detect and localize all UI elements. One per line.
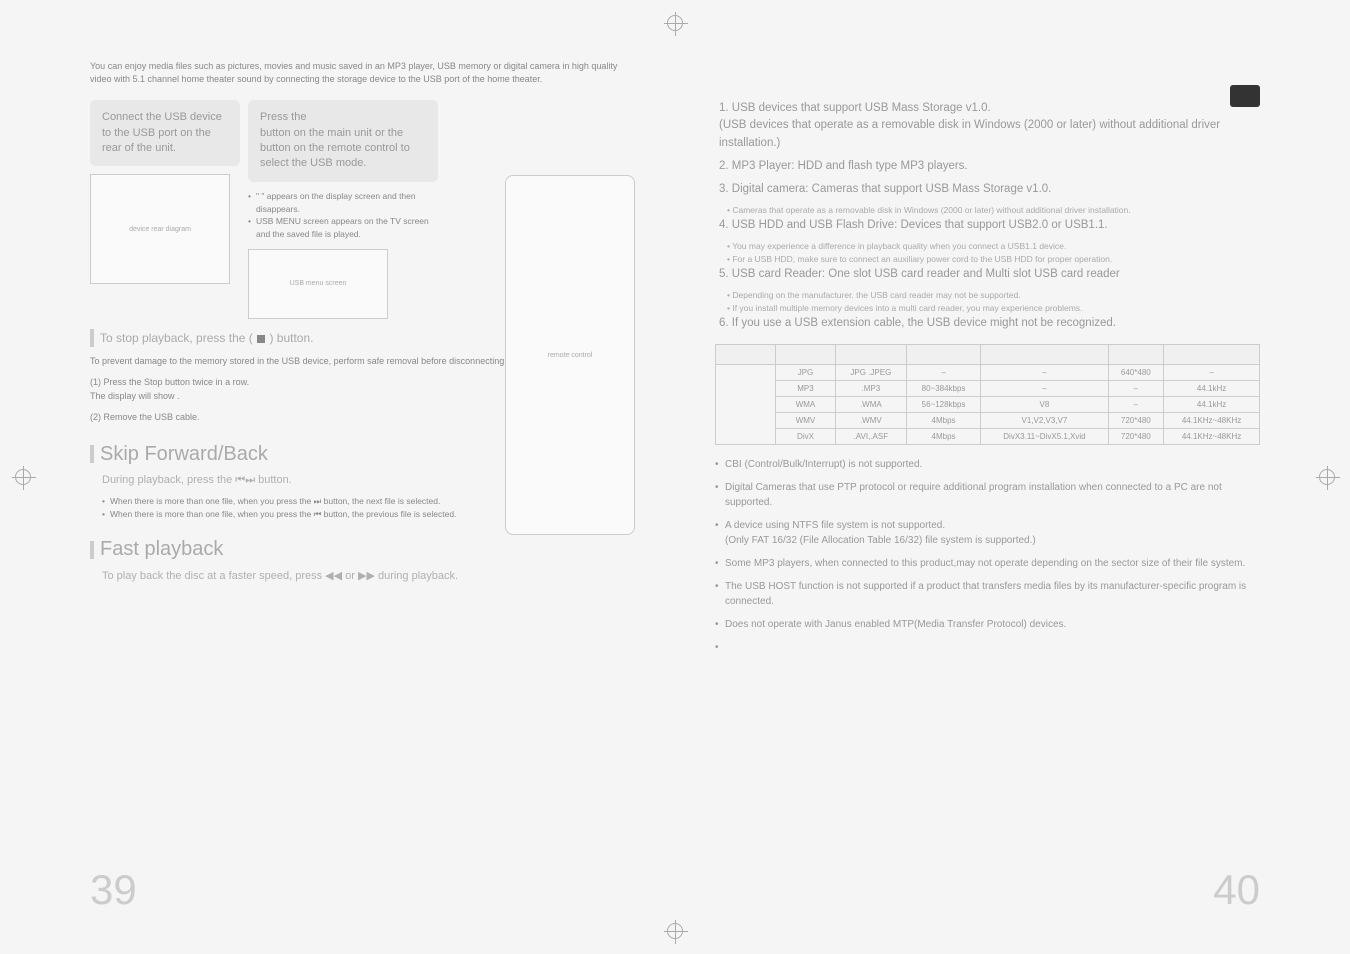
step2-line1: Press the	[260, 111, 306, 123]
step2-bullets: " " appears on the display screen and th…	[248, 190, 438, 241]
compat-3-sub: • Cameras that operate as a removable di…	[715, 204, 1260, 217]
stop-playback-line: To stop playback, press the ( ) button.	[100, 331, 313, 345]
section-tab	[1230, 85, 1260, 107]
compat-4-sub1: • You may experience a difference in pla…	[715, 240, 1260, 253]
step2-bullet-1: USB MENU screen appears on the TV screen…	[248, 215, 438, 241]
step2-bullet-0: " " appears on the display screen and th…	[248, 190, 438, 216]
step1-box: Connect the USB device to the USB port o…	[90, 100, 240, 166]
page-right: 1. USB devices that support USB Mass Sto…	[675, 0, 1350, 954]
cell-cat	[716, 364, 776, 444]
note-4: The USB HOST function is not supported i…	[715, 579, 1260, 609]
notes-list: CBI (Control/Bulk/Interrupt) is not supp…	[715, 457, 1260, 632]
compat-2: 2. MP3 Player: HDD and flash type MP3 pl…	[715, 158, 1260, 175]
page-number-left: 39	[90, 866, 137, 914]
compat-5-sub1: • Depending on the manufacturer. the USB…	[715, 289, 1260, 302]
remote-diagram: remote control	[505, 175, 635, 535]
table-row: MP3 .MP3 80~384kbps – – 44.1kHz	[716, 380, 1260, 396]
note-2: A device using NTFS file system is not s…	[715, 518, 1260, 548]
table-row: WMA .WMA 56~128kbps V8 – 44.1kHz	[716, 396, 1260, 412]
step2-line2: button on the main unit or the button on…	[260, 127, 410, 170]
spec-table: JPG JPG .JPEG – – 640*480 – MP3 .MP3 80~…	[715, 344, 1260, 445]
compat-6: 6. If you use a USB extension cable, the…	[715, 315, 1260, 332]
skip-bullets: When there is more than one file, when y…	[102, 495, 635, 521]
stop-text-b: ) button.	[269, 331, 313, 345]
fast-title: Fast playback	[100, 538, 223, 561]
page-number-right: 40	[1213, 866, 1260, 914]
compat-4: 4. USB HDD and USB Flash Drive: Devices …	[715, 217, 1260, 234]
compat-4-sub2: • For a USB HDD, make sure to connect an…	[715, 253, 1260, 266]
note-0: CBI (Control/Bulk/Interrupt) is not supp…	[715, 457, 1260, 472]
skip-bullet-0: When there is more than one file, when y…	[102, 495, 635, 508]
note-3: Some MP3 players, when connected to this…	[715, 556, 1260, 571]
compat-1: 1. USB devices that support USB Mass Sto…	[715, 100, 1260, 152]
compat-5: 5. USB card Reader: One slot USB card re…	[715, 266, 1260, 283]
stop-icon	[257, 335, 265, 343]
note-1: Digital Cameras that use PTP protocol or…	[715, 480, 1260, 510]
page-left: You can enjoy media files such as pictur…	[0, 0, 675, 954]
table-row: DivX .AVI,.ASF 4Mbps DivX3.11~DivX5.1,Xv…	[716, 428, 1260, 444]
skip-title: Skip Forward/Back	[100, 443, 268, 466]
device-diagram: device rear diagram	[90, 174, 230, 284]
note-5: Does not operate with Janus enabled MTP(…	[715, 617, 1260, 632]
fast-sub: To play back the disc at a faster speed,…	[102, 569, 522, 582]
compat-list: 1. USB devices that support USB Mass Sto…	[715, 100, 1260, 332]
table-row: JPG JPG .JPEG – – 640*480 –	[716, 364, 1260, 380]
stop-text-a: To stop playback, press the (	[100, 331, 253, 345]
compat-5-sub2: • If you install multiple memory devices…	[715, 302, 1260, 315]
skip-bullet-1: When there is more than one file, when y…	[102, 508, 635, 521]
menu-diagram: USB menu screen	[248, 249, 388, 319]
intro-text: You can enjoy media files such as pictur…	[90, 60, 635, 85]
compat-3: 3. Digital camera: Cameras that support …	[715, 181, 1260, 198]
table-row: WMV .WMV 4Mbps V1,V2,V3,V7 720*480 44.1K…	[716, 412, 1260, 428]
step2-box: Press the button on the main unit or the…	[248, 100, 438, 182]
